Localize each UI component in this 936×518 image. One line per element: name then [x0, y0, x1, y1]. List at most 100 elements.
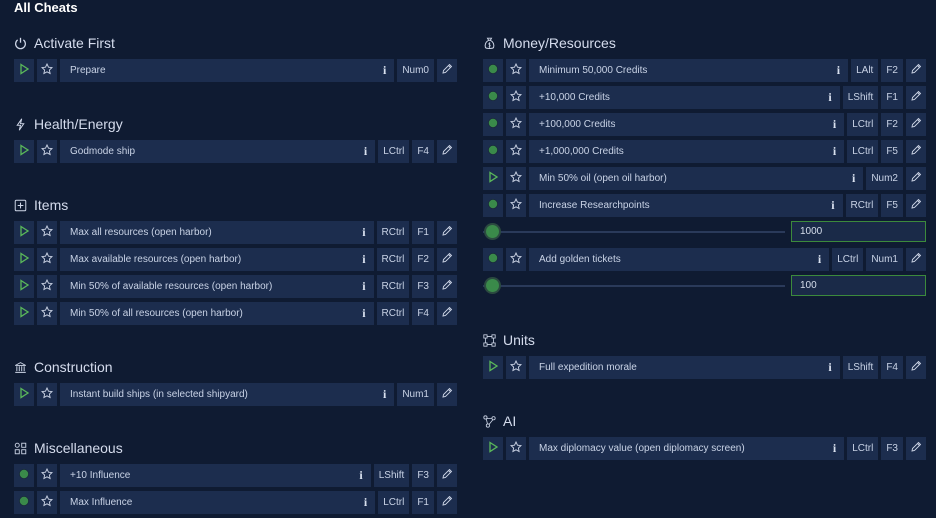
hotkey-button[interactable]: F2 [881, 113, 903, 136]
cheat-label-cell[interactable]: Minimum 50,000 Credits i [529, 59, 849, 82]
toggle-button[interactable] [483, 113, 503, 136]
favorite-button[interactable] [506, 59, 526, 82]
favorite-button[interactable] [506, 356, 526, 379]
hotkey-button[interactable]: F5 [881, 140, 903, 163]
research-points-slider[interactable]: 1000 [483, 221, 926, 243]
favorite-button[interactable] [37, 140, 57, 163]
favorite-button[interactable] [37, 491, 57, 514]
cheat-label-cell[interactable]: Increase Researchpoints i [529, 194, 843, 217]
hotkey-button[interactable]: F4 [881, 356, 903, 379]
info-icon[interactable]: i [833, 441, 836, 456]
info-icon[interactable]: i [364, 144, 367, 159]
edit-hotkey-button[interactable] [906, 437, 926, 460]
info-icon[interactable]: i [837, 63, 840, 78]
play-button[interactable] [14, 221, 34, 244]
cheat-label-cell[interactable]: Max all resources (open harbor) i [60, 221, 374, 244]
edit-hotkey-button[interactable] [437, 464, 457, 487]
hotkey-button[interactable]: F1 [412, 491, 434, 514]
favorite-button[interactable] [506, 437, 526, 460]
favorite-button[interactable] [506, 113, 526, 136]
edit-hotkey-button[interactable] [906, 59, 926, 82]
hotkey-button[interactable]: Num2 [866, 167, 903, 190]
hotkey-button[interactable]: F1 [881, 86, 903, 109]
hotkey-button[interactable]: LCtrl [832, 248, 864, 271]
info-icon[interactable]: i [359, 468, 362, 483]
play-button[interactable] [14, 59, 34, 82]
toggle-button[interactable] [483, 140, 503, 163]
edit-hotkey-button[interactable] [437, 302, 457, 325]
toggle-button[interactable] [483, 194, 503, 217]
cheat-label-cell[interactable]: Prepare i [60, 59, 395, 82]
edit-hotkey-button[interactable] [906, 167, 926, 190]
play-button[interactable] [14, 275, 34, 298]
cheat-label-cell[interactable]: Min 50% of all resources (open harbor) i [60, 302, 374, 325]
info-icon[interactable]: i [828, 360, 831, 375]
toggle-button[interactable] [483, 248, 503, 271]
favorite-button[interactable] [37, 221, 57, 244]
hotkey-button[interactable]: LCtrl [378, 491, 410, 514]
cheat-label-cell[interactable]: Min 50% of available resources (open har… [60, 275, 374, 298]
play-button[interactable] [14, 248, 34, 271]
info-icon[interactable]: i [364, 495, 367, 510]
cheat-label-cell[interactable]: Min 50% oil (open oil harbor) i [529, 167, 864, 190]
hotkey-button[interactable]: LCtrl [378, 140, 410, 163]
hotkey-button[interactable]: RCtrl [376, 248, 410, 271]
hotkey-button[interactable]: F1 [412, 221, 434, 244]
info-icon[interactable]: i [362, 279, 365, 294]
hotkey-button[interactable]: F5 [881, 194, 903, 217]
edit-hotkey-button[interactable] [906, 194, 926, 217]
slider-track[interactable] [483, 231, 785, 233]
cheat-label-cell[interactable]: Add golden tickets i [529, 248, 830, 271]
favorite-button[interactable] [37, 383, 57, 406]
favorite-button[interactable] [37, 59, 57, 82]
cheat-label-cell[interactable]: Instant build ships (in selected shipyar… [60, 383, 395, 406]
hotkey-button[interactable]: LShift [373, 464, 410, 487]
edit-hotkey-button[interactable] [437, 275, 457, 298]
info-icon[interactable]: i [383, 63, 386, 78]
play-button[interactable] [483, 356, 503, 379]
play-button[interactable] [483, 167, 503, 190]
favorite-button[interactable] [506, 248, 526, 271]
cheat-label-cell[interactable]: Max available resources (open harbor) i [60, 248, 374, 271]
edit-hotkey-button[interactable] [906, 140, 926, 163]
info-icon[interactable]: i [833, 117, 836, 132]
edit-hotkey-button[interactable] [437, 491, 457, 514]
info-icon[interactable]: i [852, 171, 855, 186]
hotkey-button[interactable]: RCtrl [376, 221, 410, 244]
cheat-label-cell[interactable]: +1,000,000 Credits i [529, 140, 845, 163]
info-icon[interactable]: i [818, 252, 821, 267]
edit-hotkey-button[interactable] [437, 140, 457, 163]
info-icon[interactable]: i [383, 387, 386, 402]
hotkey-button[interactable]: LCtrl [847, 437, 879, 460]
favorite-button[interactable] [37, 248, 57, 271]
research-points-input[interactable]: 1000 [791, 221, 926, 242]
edit-hotkey-button[interactable] [906, 356, 926, 379]
golden-tickets-input[interactable]: 100 [791, 275, 926, 296]
favorite-button[interactable] [506, 140, 526, 163]
edit-hotkey-button[interactable] [437, 59, 457, 82]
edit-hotkey-button[interactable] [437, 383, 457, 406]
hotkey-button[interactable]: LCtrl [847, 113, 879, 136]
hotkey-button[interactable]: LShift [842, 356, 879, 379]
hotkey-button[interactable]: F2 [412, 248, 434, 271]
play-button[interactable] [14, 302, 34, 325]
slider-thumb[interactable] [486, 279, 499, 292]
toggle-button[interactable] [14, 491, 34, 514]
cheat-label-cell[interactable]: Full expedition morale i [529, 356, 840, 379]
hotkey-button[interactable]: RCtrl [845, 194, 879, 217]
toggle-button[interactable] [14, 464, 34, 487]
info-icon[interactable]: i [362, 306, 365, 321]
play-button[interactable] [14, 383, 34, 406]
hotkey-button[interactable]: LShift [842, 86, 879, 109]
hotkey-button[interactable]: F3 [412, 464, 434, 487]
hotkey-button[interactable]: Num1 [397, 383, 434, 406]
info-icon[interactable]: i [831, 198, 834, 213]
cheat-label-cell[interactable]: +10,000 Credits i [529, 86, 840, 109]
slider-track[interactable] [483, 285, 785, 287]
info-icon[interactable]: i [362, 225, 365, 240]
edit-hotkey-button[interactable] [906, 248, 926, 271]
favorite-button[interactable] [37, 275, 57, 298]
toggle-button[interactable] [483, 86, 503, 109]
edit-hotkey-button[interactable] [906, 113, 926, 136]
info-icon[interactable]: i [833, 144, 836, 159]
